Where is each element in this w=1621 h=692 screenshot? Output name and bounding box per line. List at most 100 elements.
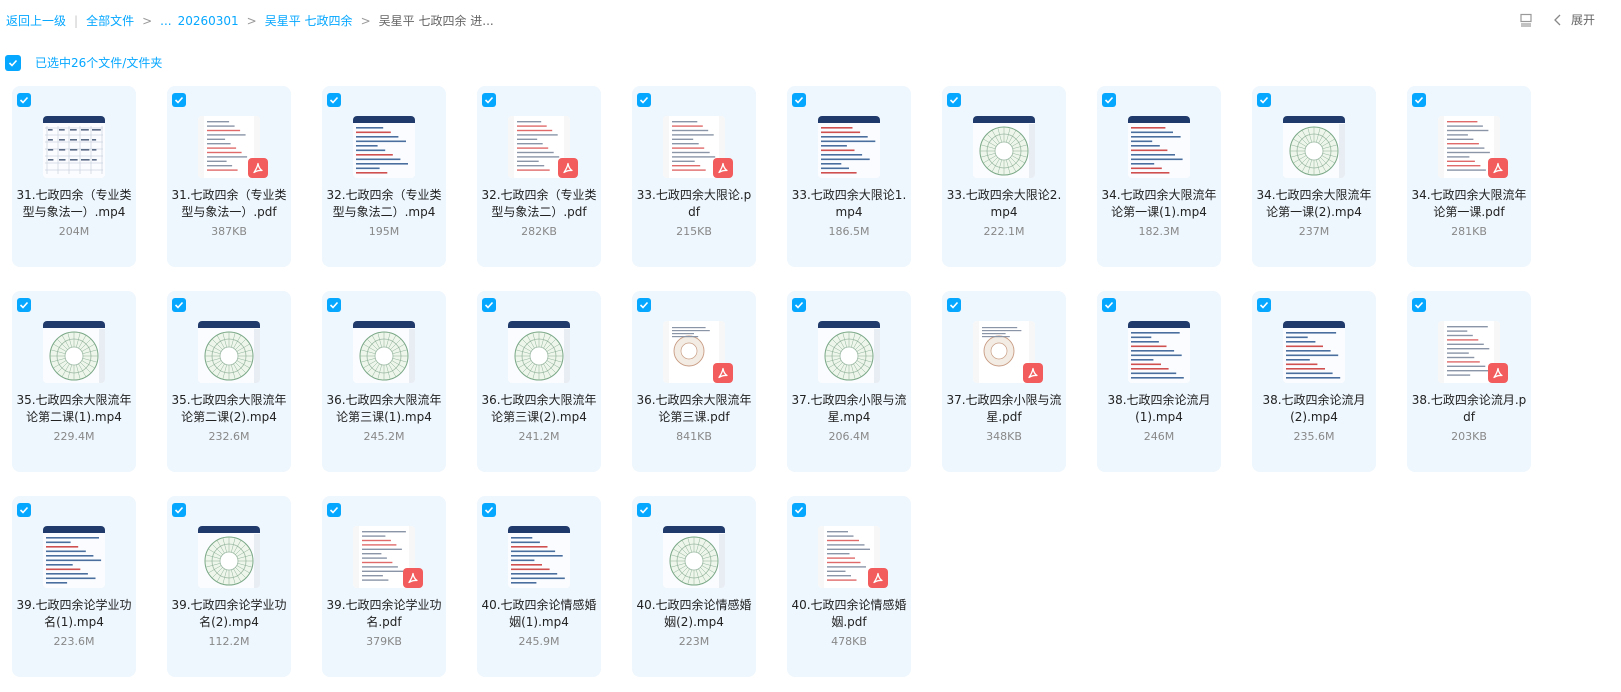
file-checkbox[interactable] bbox=[482, 503, 496, 517]
file-thumbnail bbox=[1128, 321, 1190, 383]
file-card[interactable]: 38.七政四余论流月.pdf 203KB bbox=[1407, 291, 1531, 472]
chevron-left-icon[interactable] bbox=[1553, 14, 1563, 26]
file-card[interactable]: 38.七政四余论流月(1).mp4 246M bbox=[1097, 291, 1221, 472]
file-name[interactable]: 40.七政四余论情感婚姻(1).mp4 bbox=[481, 597, 597, 631]
file-card[interactable]: 37.七政四余小限与流星.mp4 206.4M bbox=[787, 291, 911, 472]
file-checkbox[interactable] bbox=[172, 93, 186, 107]
file-card[interactable]: 39.七政四余论学业功名(2).mp4 112.2M bbox=[167, 496, 291, 677]
file-checkbox[interactable] bbox=[172, 503, 186, 517]
file-card[interactable]: 34.七政四余大限流年论第一课(2).mp4 237M bbox=[1252, 86, 1376, 267]
file-checkbox[interactable] bbox=[17, 503, 31, 517]
breadcrumb-ellipsis[interactable]: ... bbox=[160, 14, 171, 28]
file-name[interactable]: 39.七政四余论学业功名(2).mp4 bbox=[171, 597, 287, 631]
file-thumbnail bbox=[43, 321, 105, 383]
file-checkbox[interactable] bbox=[792, 503, 806, 517]
file-card[interactable]: 33.七政四余大限论1.mp4 186.5M bbox=[787, 86, 911, 267]
file-card[interactable]: 34.七政四余大限流年论第一课(1).mp4 182.3M bbox=[1097, 86, 1221, 267]
pdf-icon bbox=[408, 572, 418, 584]
expand-button[interactable]: 展开 bbox=[1571, 11, 1595, 28]
file-checkbox[interactable] bbox=[1102, 93, 1116, 107]
file-card[interactable]: 40.七政四余论情感婚姻(1).mp4 245.9M bbox=[477, 496, 601, 677]
file-checkbox[interactable] bbox=[1257, 93, 1271, 107]
file-checkbox[interactable] bbox=[792, 93, 806, 107]
file-checkbox[interactable] bbox=[17, 298, 31, 312]
back-link[interactable]: 返回上一级 bbox=[6, 12, 66, 29]
pdf-badge-icon bbox=[868, 568, 888, 588]
file-name[interactable]: 32.七政四余（专业类型与象法二）.pdf bbox=[481, 187, 597, 221]
file-card[interactable]: 31.七政四余（专业类型与象法一）.mp4 204M bbox=[12, 86, 136, 267]
file-card[interactable]: 33.七政四余大限论.pdf 215KB bbox=[632, 86, 756, 267]
file-card[interactable]: 36.七政四余大限流年论第三课(1).mp4 245.2M bbox=[322, 291, 446, 472]
file-name[interactable]: 37.七政四余小限与流星.mp4 bbox=[791, 392, 907, 426]
file-name[interactable]: 38.七政四余论流月(1).mp4 bbox=[1101, 392, 1217, 426]
file-name[interactable]: 31.七政四余（专业类型与象法一）.pdf bbox=[171, 187, 287, 221]
file-name[interactable]: 38.七政四余论流月(2).mp4 bbox=[1256, 392, 1372, 426]
file-name[interactable]: 34.七政四余大限流年论第一课(1).mp4 bbox=[1101, 187, 1217, 221]
file-checkbox[interactable] bbox=[172, 298, 186, 312]
file-checkbox[interactable] bbox=[792, 298, 806, 312]
file-name[interactable]: 33.七政四余大限论2.mp4 bbox=[946, 187, 1062, 221]
file-name[interactable]: 33.七政四余大限论.pdf bbox=[636, 187, 752, 221]
file-checkbox[interactable] bbox=[17, 93, 31, 107]
file-checkbox[interactable] bbox=[1412, 298, 1426, 312]
file-name[interactable]: 39.七政四余论学业功名.pdf bbox=[326, 597, 442, 631]
file-name[interactable]: 36.七政四余大限流年论第三课.pdf bbox=[636, 392, 752, 426]
file-card[interactable]: 32.七政四余（专业类型与象法二）.mp4 195M bbox=[322, 86, 446, 267]
file-card[interactable]: 33.七政四余大限论2.mp4 222.1M bbox=[942, 86, 1066, 267]
file-checkbox[interactable] bbox=[327, 93, 341, 107]
file-card[interactable]: 31.七政四余（专业类型与象法一）.pdf 387KB bbox=[167, 86, 291, 267]
file-checkbox[interactable] bbox=[1102, 298, 1116, 312]
file-card[interactable]: 38.七政四余论流月(2).mp4 235.6M bbox=[1252, 291, 1376, 472]
pdf-icon bbox=[873, 572, 883, 584]
file-card[interactable]: 35.七政四余大限流年论第二课(2).mp4 232.6M bbox=[167, 291, 291, 472]
file-card[interactable]: 34.七政四余大限流年论第一课.pdf 281KB bbox=[1407, 86, 1531, 267]
top-bar: 返回上一级 | 全部文件 > ... 20260301 > 吴星平 七政四余 >… bbox=[0, 0, 1621, 40]
file-checkbox[interactable] bbox=[482, 93, 496, 107]
file-card[interactable]: 40.七政四余论情感婚姻.pdf 478KB bbox=[787, 496, 911, 677]
select-all-checkbox[interactable] bbox=[5, 54, 21, 71]
breadcrumb-folder-course[interactable]: 吴星平 七政四余 bbox=[265, 12, 353, 29]
file-name[interactable]: 34.七政四余大限流年论第一课.pdf bbox=[1411, 187, 1527, 221]
file-size: 206.4M bbox=[828, 430, 870, 443]
file-name[interactable]: 38.七政四余论流月.pdf bbox=[1411, 392, 1527, 426]
file-checkbox[interactable] bbox=[1412, 93, 1426, 107]
file-name[interactable]: 36.七政四余大限流年论第三课(2).mp4 bbox=[481, 392, 597, 426]
file-name[interactable]: 37.七政四余小限与流星.pdf bbox=[946, 392, 1062, 426]
layout-toggle-icon[interactable] bbox=[1519, 13, 1533, 27]
file-checkbox[interactable] bbox=[947, 298, 961, 312]
file-thumbnail bbox=[818, 116, 880, 178]
file-name[interactable]: 35.七政四余大限流年论第二课(2).mp4 bbox=[171, 392, 287, 426]
file-checkbox[interactable] bbox=[327, 503, 341, 517]
file-checkbox[interactable] bbox=[637, 298, 651, 312]
file-card[interactable]: 37.七政四余小限与流星.pdf 348KB bbox=[942, 291, 1066, 472]
file-checkbox[interactable] bbox=[327, 298, 341, 312]
file-checkbox[interactable] bbox=[637, 503, 651, 517]
breadcrumb-folder-date[interactable]: 20260301 bbox=[178, 14, 239, 28]
file-card[interactable]: 36.七政四余大限流年论第三课(2).mp4 241.2M bbox=[477, 291, 601, 472]
file-card[interactable]: 32.七政四余（专业类型与象法二）.pdf 282KB bbox=[477, 86, 601, 267]
file-name[interactable]: 39.七政四余论学业功名(1).mp4 bbox=[16, 597, 132, 631]
file-card[interactable]: 36.七政四余大限流年论第三课.pdf 841KB bbox=[632, 291, 756, 472]
file-card[interactable]: 35.七政四余大限流年论第二课(1).mp4 229.4M bbox=[12, 291, 136, 472]
file-card[interactable]: 39.七政四余论学业功名.pdf 379KB bbox=[322, 496, 446, 677]
file-checkbox[interactable] bbox=[637, 93, 651, 107]
file-checkbox[interactable] bbox=[1257, 298, 1271, 312]
file-name[interactable]: 40.七政四余论情感婚姻.pdf bbox=[791, 597, 907, 631]
file-name[interactable]: 35.七政四余大限流年论第二课(1).mp4 bbox=[16, 392, 132, 426]
file-thumbnail bbox=[353, 116, 415, 178]
file-card[interactable]: 39.七政四余论学业功名(1).mp4 223.6M bbox=[12, 496, 136, 677]
file-checkbox[interactable] bbox=[482, 298, 496, 312]
file-name[interactable]: 34.七政四余大限流年论第一课(2).mp4 bbox=[1256, 187, 1372, 221]
file-name[interactable]: 33.七政四余大限论1.mp4 bbox=[791, 187, 907, 221]
file-name[interactable]: 36.七政四余大限流年论第三课(1).mp4 bbox=[326, 392, 442, 426]
breadcrumb-arrow-icon: > bbox=[142, 13, 153, 28]
check-icon bbox=[8, 59, 18, 67]
pdf-badge-icon bbox=[1488, 158, 1508, 178]
file-name[interactable]: 40.七政四余论情感婚姻(2).mp4 bbox=[636, 597, 752, 631]
file-name[interactable]: 32.七政四余（专业类型与象法二）.mp4 bbox=[326, 187, 442, 221]
pdf-icon bbox=[718, 367, 728, 379]
file-checkbox[interactable] bbox=[947, 93, 961, 107]
file-name[interactable]: 31.七政四余（专业类型与象法一）.mp4 bbox=[16, 187, 132, 221]
file-card[interactable]: 40.七政四余论情感婚姻(2).mp4 223M bbox=[632, 496, 756, 677]
breadcrumb-root[interactable]: 全部文件 bbox=[86, 12, 134, 29]
